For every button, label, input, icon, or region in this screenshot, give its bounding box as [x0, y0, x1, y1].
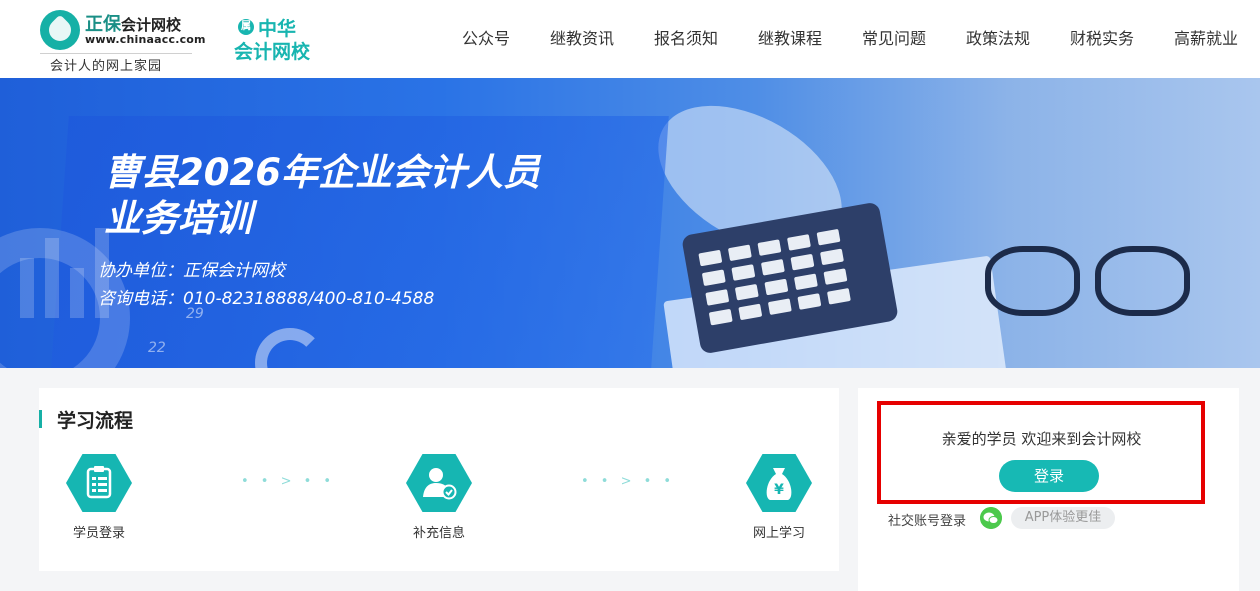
hero-banner: 29 22 曹县2026年企业会计人员 业务培训 协办单位：正保会计网校 咨询电…	[0, 78, 1260, 368]
step-online-study[interactable]: ¥ 网上学习	[719, 450, 839, 550]
nav-item-faq[interactable]: 常见问题	[862, 25, 926, 49]
step-complete-info[interactable]: 补充信息	[379, 450, 499, 550]
welcome-text: 亲爱的学员 欢迎来到会计网校	[941, 430, 1142, 448]
banner-organizer: 协办单位：正保会计网校	[98, 261, 285, 281]
step-hex	[406, 454, 472, 512]
banner-title: 曹县2026年企业会计人员 业务培训	[104, 150, 564, 242]
svg-text:¥: ¥	[774, 482, 784, 498]
banner-title-line2: 业务培训	[104, 197, 252, 240]
wechat-icon[interactable]	[980, 507, 1002, 529]
banner-hotline: 咨询电话：010-82318888/400-810-4588	[98, 289, 435, 309]
site-header: 正保会计网校 www.chinaacc.com 会计人的网上家园 属 中华 会计…	[0, 0, 1260, 78]
step-connector: • • > • •	[581, 474, 676, 489]
glasses-icon	[985, 246, 1195, 326]
step-label: 学员登录	[72, 526, 125, 541]
nav-item-policy[interactable]: 政策法规	[966, 25, 1030, 49]
login-card: 亲爱的学员 欢迎来到会计网校 登录 社交账号登录 APP体验更佳	[858, 388, 1239, 591]
step-label: 补充信息	[412, 526, 465, 541]
logo-slogan: 会计人的网上家园	[50, 59, 163, 74]
nav-item-public-account[interactable]: 公众号	[462, 25, 510, 49]
nav-item-tax[interactable]: 财税实务	[1070, 25, 1134, 49]
study-process-card: 学习流程 学员登录 • • > • • 补充信息 • • > • • ¥ 网上学…	[39, 388, 839, 571]
logo-mark-icon	[40, 10, 80, 50]
nav-item-registration[interactable]: 报名须知	[654, 25, 718, 49]
nav-item-courses[interactable]: 继教课程	[758, 25, 822, 49]
logo-brand-main: 正保	[85, 14, 121, 35]
logo-divider	[40, 53, 192, 54]
nav-item-jobs[interactable]: 高薪就业	[1174, 25, 1238, 49]
step-hex: ¥	[746, 454, 812, 512]
process-title: 学习流程	[57, 410, 134, 432]
app-promo-pill[interactable]: APP体验更佳	[1011, 507, 1115, 529]
decor-number-22: 22	[148, 340, 166, 356]
logo-brand-sub: 会计网校	[121, 16, 182, 34]
user-check-icon	[423, 468, 457, 500]
section-marker	[39, 410, 42, 428]
social-login-label: 社交账号登录	[888, 514, 967, 529]
money-bag-icon: ¥	[766, 468, 792, 500]
step-label: 网上学习	[752, 526, 805, 541]
logo2-badge-icon: 属	[238, 19, 254, 35]
clipboard-icon	[86, 466, 112, 499]
banner-title-line1: 曹县2026年企业会计人员	[104, 151, 540, 194]
logo-url: www.chinaacc.com	[85, 33, 206, 46]
nav-item-news[interactable]: 继教资讯	[550, 25, 614, 49]
step-connector: • • > • •	[241, 474, 336, 489]
zhonghua-logo[interactable]: 属 中华 会计网校	[234, 14, 316, 64]
logo2-line2: 会计网校	[234, 41, 311, 63]
step-student-login[interactable]: 学员登录	[39, 450, 159, 550]
chinaacc-logo[interactable]: 正保会计网校 www.chinaacc.com 会计人的网上家园	[40, 8, 206, 74]
login-button[interactable]: 登录	[999, 460, 1099, 492]
step-hex	[66, 454, 132, 512]
